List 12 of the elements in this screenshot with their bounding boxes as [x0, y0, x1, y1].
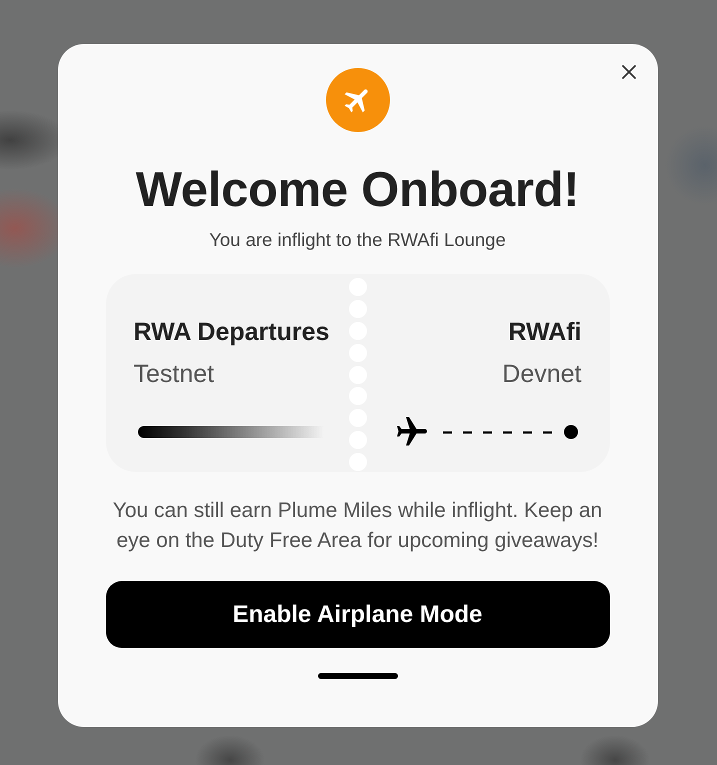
origin-name: RWA Departures: [134, 318, 330, 346]
endpoint-dot-icon: [564, 425, 578, 439]
destination-name: RWAfi: [508, 318, 582, 346]
destination-network: Devnet: [502, 360, 582, 388]
dialog-title: Welcome Onboard!: [136, 162, 580, 218]
close-icon: [622, 65, 636, 79]
dialog-subtitle: You are inflight to the RWAfi Lounge: [209, 228, 506, 252]
info-message: You can still earn Plume Miles while inflight. Keep an eye on the Duty Free Area for upcoming giveaways!: [112, 498, 604, 554]
enable-airplane-mode-button[interactable]: Enable Airplane Mode: [106, 581, 610, 648]
airplane-badge-icon: [326, 68, 390, 132]
drag-handle[interactable]: [318, 673, 398, 679]
origin-network: Testnet: [134, 360, 216, 388]
